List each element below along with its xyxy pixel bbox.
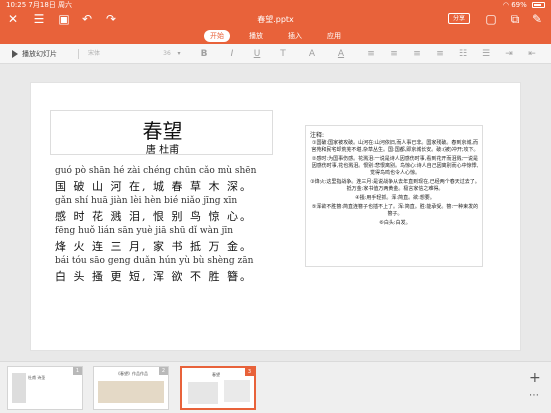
thumbnail-label: 《春望》作品作品 bbox=[116, 371, 148, 376]
align-left-icon[interactable]: ≡ bbox=[365, 48, 377, 60]
poem-author: 唐 杜甫 bbox=[145, 145, 180, 156]
justify-icon[interactable]: ≡ bbox=[434, 48, 446, 60]
status-time: 10:25 bbox=[6, 1, 27, 9]
font-color-button[interactable]: A bbox=[335, 48, 347, 60]
status-right: ◠ 69% bbox=[503, 0, 545, 10]
italic-button[interactable]: I bbox=[226, 48, 238, 60]
font-family-select[interactable]: 宋体 bbox=[88, 48, 128, 60]
thumbnail-text-preview bbox=[188, 382, 218, 404]
add-slide-button[interactable]: + bbox=[529, 370, 541, 386]
toolbar-divider bbox=[78, 49, 79, 59]
note-item: ⑥白头:白发。 bbox=[379, 220, 411, 226]
multi-window-icon[interactable]: ⧉ bbox=[508, 12, 522, 26]
more-options-icon[interactable]: ⋯ bbox=[529, 390, 539, 401]
thumbnail-label: 春望 bbox=[212, 372, 220, 377]
align-center-icon[interactable]: ≡ bbox=[388, 48, 400, 60]
thumbnail-label: 杜甫 诗圣 bbox=[28, 375, 46, 380]
align-right-icon[interactable]: ≡ bbox=[411, 48, 423, 60]
tab-apps[interactable]: 应用 bbox=[323, 30, 345, 42]
poem-line: 感 时 花 溅 泪, 恨 别 鸟 惊 心。 bbox=[55, 210, 253, 223]
play-slideshow-button[interactable]: 播放幻灯片 bbox=[12, 49, 57, 59]
poem-line: 国 破 山 河 在, 城 春 草 木 深。 bbox=[55, 180, 253, 193]
play-icon bbox=[12, 50, 18, 58]
note-item: ①国破:国家被攻破。山河在:山河依旧,而人事已非。国家残破。春到京城,而宫苑和民… bbox=[311, 140, 479, 153]
text-highlight-button[interactable]: A bbox=[306, 48, 318, 60]
poem-body[interactable]: guó pò shān hé zài chéng chūn cǎo mù shē… bbox=[55, 165, 285, 285]
slide-thumbnail-3[interactable]: 春望 3 bbox=[180, 366, 256, 410]
wifi-icon: ◠ bbox=[502, 1, 509, 9]
poem-line: 烽 火 连 三 月, 家 书 抵 万 金。 bbox=[55, 240, 253, 253]
note-item: ⑤浑欲不胜簪:简直连簪子也插不上了。浑:简直。胜:能承受。簪:一种束发的簪子。 bbox=[311, 204, 479, 217]
tab-start[interactable]: 开始 bbox=[204, 30, 230, 42]
play-slideshow-label: 播放幻灯片 bbox=[22, 50, 57, 58]
thumbnail-number: 2 bbox=[159, 367, 168, 375]
chevron-down-icon[interactable]: ▾ bbox=[176, 48, 182, 60]
indent-icon[interactable]: ⇥ bbox=[503, 48, 515, 60]
share-button[interactable]: 分享 bbox=[448, 13, 470, 24]
bullet-list-icon[interactable]: ☷ bbox=[457, 48, 469, 60]
notes-title: 注释: bbox=[310, 132, 325, 139]
thumbnail-image bbox=[98, 381, 164, 403]
slide-thumbnail-1[interactable]: 杜甫 诗圣 1 bbox=[7, 366, 83, 410]
thumbnail-notes-preview bbox=[224, 380, 250, 402]
note-item: ④搔:用手轻抓。浑:简直。欲:想要。 bbox=[355, 195, 435, 201]
pinyin-line: gǎn shí huā jiàn lèi hèn bié niǎo jīng x… bbox=[55, 196, 238, 206]
battery-icon bbox=[532, 2, 545, 8]
battery-percent: 69% bbox=[511, 1, 527, 9]
tab-insert[interactable]: 插入 bbox=[284, 30, 306, 42]
strikethrough-button[interactable]: T bbox=[277, 48, 289, 60]
slide-canvas[interactable]: 春望 唐 杜甫 guó pò shān hé zài chéng chūn cǎ… bbox=[30, 82, 521, 351]
status-time-date: 10:25 7月18日 周六 bbox=[6, 0, 72, 10]
numbered-list-icon[interactable]: ☰ bbox=[480, 48, 492, 60]
slide-thumbnail-strip: 杜甫 诗圣 1 《春望》作品作品 2 春望 3 + ⋯ bbox=[0, 361, 551, 413]
underline-button[interactable]: U bbox=[251, 48, 263, 60]
tab-play[interactable]: 播放 bbox=[245, 30, 267, 42]
note-item: ②感时:为国事伤感。花溅泪:一说是诗人因感伤时事,看到花开而泪溅;一说是因感伤时… bbox=[311, 156, 479, 176]
poem-title: 春望 bbox=[142, 119, 183, 143]
note-item: ③烽火:这里指战争。连三月:是说战争从去年直到现在,已经两个春天过去了。抵万金:… bbox=[310, 179, 480, 192]
pinyin-line: bái tóu sāo geng duǎn hún yù bù shèng zā… bbox=[55, 256, 254, 266]
top-header: 10:25 7月18日 周六 ◠ 69% ✕ ☰ ▣ ↶ ↷ 春望.pptx 分… bbox=[0, 0, 551, 44]
outdent-icon[interactable]: ⇤ bbox=[526, 48, 538, 60]
reading-mode-icon[interactable]: ▢ bbox=[484, 12, 498, 26]
pen-tool-icon[interactable]: ✎ bbox=[530, 12, 544, 26]
ribbon-tabs: 开始 播放 插入 应用 bbox=[0, 29, 551, 44]
status-date: 7月18日 周六 bbox=[28, 1, 73, 9]
title-textbox[interactable]: 春望 唐 杜甫 bbox=[50, 110, 273, 156]
thumbnail-number: 3 bbox=[245, 368, 254, 376]
notes-textbox[interactable]: 注释: ①国破:国家被攻破。山河在:山河依旧,而人事已非。国家残破。春到京城,而… bbox=[305, 125, 483, 267]
font-size-select[interactable]: 36 bbox=[160, 48, 174, 60]
slide-thumbnail-2[interactable]: 《春望》作品作品 2 bbox=[93, 366, 169, 410]
poem-line: 白 头 搔 更 短, 浑 欲 不 胜 簪。 bbox=[55, 270, 253, 283]
bold-button[interactable]: B bbox=[198, 48, 210, 60]
notes-body: ①国破:国家被攻破。山河在:山河依旧,而人事已非。国家残破。春到京城,而宫苑和民… bbox=[310, 140, 480, 229]
pinyin-line: fēng huǒ lián sān yuè jiā shū dǐ wàn jīn bbox=[55, 226, 234, 236]
pinyin-line: guó pò shān hé zài chéng chūn cǎo mù shē… bbox=[55, 166, 257, 176]
formatting-toolbar: 播放幻灯片 宋体 36 ▾ B I U T A A ≡ ≡ ≡ ≡ ☷ ☰ ⇥ … bbox=[0, 44, 551, 64]
thumbnail-number: 1 bbox=[73, 367, 82, 375]
thumbnail-image bbox=[12, 373, 26, 403]
status-bar: 10:25 7月18日 周六 ◠ 69% bbox=[0, 0, 551, 10]
